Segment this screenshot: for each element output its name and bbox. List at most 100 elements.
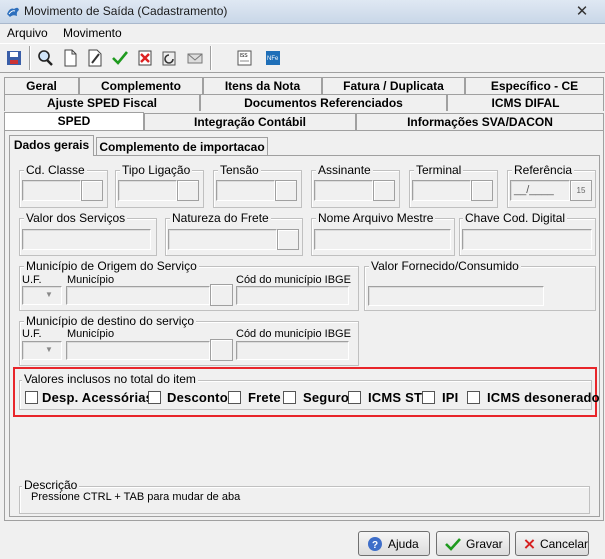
frete-checkbox[interactable] (228, 391, 241, 404)
gravar-label: Gravar (466, 536, 503, 551)
icms-desonerado-checkbox[interactable] (467, 391, 480, 404)
assinante-lookup-button[interactable] (373, 180, 395, 201)
app-icon (5, 4, 21, 20)
terminal-lookup-button[interactable] (471, 180, 493, 201)
municipio-origem-label: Município de Origem do Serviço (24, 259, 199, 273)
confirm-icon[interactable] (109, 47, 131, 69)
cd-classe-lookup-button[interactable] (81, 180, 103, 201)
cod-ibge-label: Cód do município IBGE (236, 274, 351, 286)
iss-icon[interactable]: ISS (234, 47, 256, 69)
valor-servicos-field[interactable] (22, 229, 151, 250)
municipio-destino-label: Município de destino do serviço (24, 314, 197, 328)
cd-classe-field[interactable] (22, 180, 81, 201)
icms-st-checkbox[interactable] (348, 391, 361, 404)
tab-itens-da-nota[interactable]: Itens da Nota (203, 77, 322, 94)
tipo-ligacao-label: Tipo Ligação (120, 163, 193, 177)
tab-integracao-contabil[interactable]: Integração Contábil (144, 113, 356, 130)
valor-fornecido-field[interactable] (368, 286, 544, 306)
edit-icon[interactable] (84, 47, 106, 69)
terminal-label: Terminal (414, 163, 464, 177)
tensao-field[interactable] (216, 180, 275, 201)
chevron-down-icon: ▼ (45, 345, 53, 354)
icms-st-label: ICMS ST (368, 390, 423, 405)
valor-servicos-label: Valor dos Serviços (24, 211, 128, 225)
desconto-label: Desconto (167, 390, 228, 405)
save-icon[interactable] (3, 47, 25, 69)
origem-uf-select[interactable] (22, 286, 62, 305)
natureza-frete-label: Natureza do Frete (170, 211, 271, 225)
refresh-icon[interactable] (159, 47, 181, 69)
assinante-field[interactable] (314, 180, 373, 201)
nfe-icon[interactable]: NFe (262, 47, 284, 69)
ajuda-label: Ajuda (388, 536, 419, 551)
tab-especifico-ce[interactable]: Específico - CE (465, 77, 604, 94)
tipo-ligacao-field[interactable] (118, 180, 177, 201)
toolbar-separator (210, 46, 212, 70)
chave-cod-field[interactable] (462, 229, 592, 250)
natureza-frete-lookup-button[interactable] (277, 229, 299, 250)
seguro-checkbox[interactable] (283, 391, 296, 404)
subtab-complemento-importacao[interactable]: Complemento de importacao (96, 137, 268, 156)
origem-cod-ibge-field[interactable] (236, 286, 349, 305)
referencia-label: Referência (512, 163, 575, 177)
natureza-frete-field[interactable] (168, 229, 277, 250)
tab-documentos-referenciados[interactable]: Documentos Referenciados (200, 94, 447, 111)
new-document-icon[interactable] (59, 47, 81, 69)
nome-arquivo-label: Nome Arquivo Mestre (316, 211, 436, 225)
cod-ibge-label: Cód do município IBGE (236, 328, 351, 340)
icms-desonerado-label: ICMS desonerado (487, 390, 600, 405)
cancelar-button[interactable]: Cancelar (515, 531, 589, 556)
municipio-label: Município (67, 328, 115, 340)
mail-icon[interactable] (184, 47, 206, 69)
origem-municipio-lookup-button[interactable] (210, 284, 233, 306)
tab-complemento[interactable]: Complemento (79, 77, 203, 94)
cd-classe-label: Cd. Classe (24, 163, 87, 177)
menu-arquivo[interactable]: Arquivo (7, 24, 48, 42)
tensao-lookup-button[interactable] (275, 180, 297, 201)
chave-cod-label: Chave Cod. Digital (463, 211, 568, 225)
help-icon: ? (368, 536, 382, 551)
municipio-label: Município (67, 274, 115, 286)
svg-text:NFe: NFe (267, 56, 279, 62)
destino-municipio-lookup-button[interactable] (210, 339, 233, 361)
checkmark-icon (445, 537, 461, 551)
terminal-field[interactable] (412, 180, 471, 201)
ipi-checkbox[interactable] (422, 391, 435, 404)
uf-label: U.F. (22, 274, 42, 286)
tab-sped[interactable]: SPED (4, 112, 144, 131)
valores-inclusos-title: Valores inclusos no total do item (22, 372, 198, 386)
origem-municipio-field[interactable] (66, 286, 210, 305)
frete-label: Frete (248, 390, 281, 405)
destino-uf-select[interactable] (22, 341, 62, 360)
calendar-button[interactable]: 15 (570, 180, 592, 201)
subtab-dados-gerais[interactable]: Dados gerais (9, 135, 94, 156)
toolbar-separator (29, 46, 31, 70)
seguro-label: Seguro (303, 390, 349, 405)
tab-ajuste-sped-fiscal[interactable]: Ajuste SPED Fiscal (4, 94, 200, 111)
tab-informacoes-sva-dacon[interactable]: Informações SVA/DACON (356, 113, 604, 130)
desp-acessorias-checkbox[interactable] (25, 391, 38, 404)
delete-icon[interactable] (134, 47, 156, 69)
close-icon[interactable]: ✕ (572, 3, 592, 21)
tab-icms-difal[interactable]: ICMS DIFAL (447, 94, 604, 111)
gravar-button[interactable]: Gravar (436, 531, 510, 556)
destino-cod-ibge-field[interactable] (236, 341, 349, 360)
window-title: Movimento de Saída (Cadastramento) (24, 4, 228, 18)
tab-geral[interactable]: Geral (4, 77, 79, 94)
referencia-field[interactable]: __/____ (510, 180, 570, 201)
menu-movimento[interactable]: Movimento (63, 24, 122, 42)
valor-fornecido-label: Valor Fornecido/Consumido (369, 259, 521, 273)
cancel-x-icon (524, 538, 535, 549)
desp-acessorias-label: Desp. Acessórias (42, 390, 154, 405)
tab-fatura-duplicata[interactable]: Fatura / Duplicata (322, 77, 465, 94)
search-icon[interactable] (34, 47, 56, 69)
assinante-label: Assinante (316, 163, 373, 177)
tensao-label: Tensão (218, 163, 261, 177)
nome-arquivo-field[interactable] (314, 229, 451, 250)
ajuda-button[interactable]: ? Ajuda (358, 531, 430, 556)
uf-label: U.F. (22, 328, 42, 340)
tipo-ligacao-lookup-button[interactable] (177, 180, 199, 201)
desconto-checkbox[interactable] (148, 391, 161, 404)
svg-text:?: ? (372, 540, 378, 551)
destino-municipio-field[interactable] (66, 341, 210, 360)
